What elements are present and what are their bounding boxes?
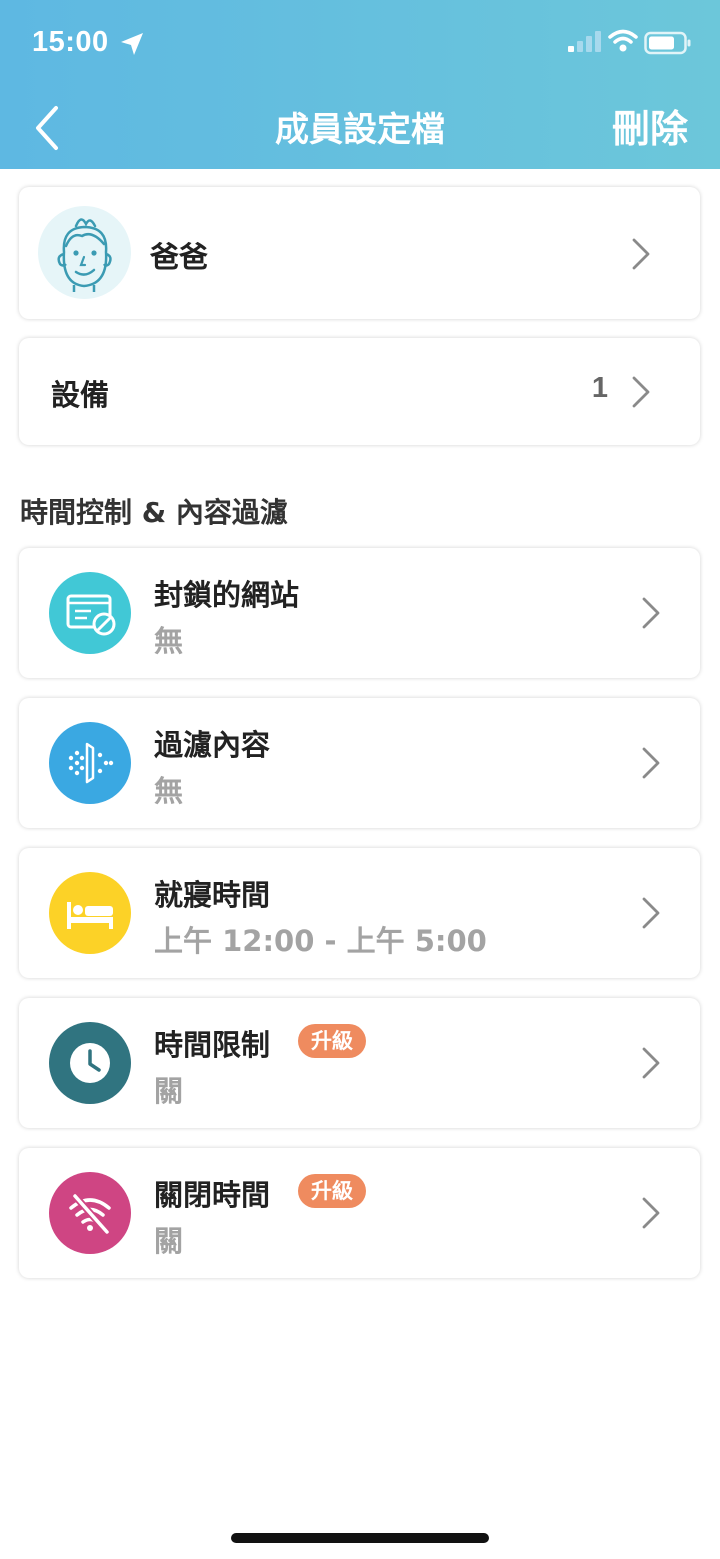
feature-status: 無 [154, 624, 184, 658]
chevron-right-icon [642, 897, 660, 929]
blocked-website-icon [66, 594, 116, 636]
upgrade-badge[interactable]: 升級 [298, 1024, 366, 1058]
profile-name: 爸爸 [150, 240, 209, 274]
status-time: 15:00 [32, 26, 109, 58]
section-title: 時間控制 & 內容過濾 [20, 496, 288, 529]
content-filter-card[interactable]: 過濾內容 無 [19, 698, 700, 828]
delete-button[interactable]: 刪除 [612, 98, 688, 153]
feature-status: 關 [154, 1224, 184, 1258]
bed-icon-circle [49, 872, 131, 954]
bed-icon [67, 902, 113, 929]
devices-count: 1 [591, 372, 608, 404]
profile-card[interactable]: 爸爸 [19, 187, 700, 319]
blocked-website-icon-circle [49, 572, 131, 654]
signal-icon [568, 31, 601, 52]
devices-card[interactable]: 設備 1 [19, 338, 700, 445]
feature-title: 過濾內容 [154, 728, 271, 762]
time-limit-card[interactable]: 時間限制 升級 關 [19, 998, 700, 1128]
feature-status: 無 [154, 774, 184, 808]
feature-status: 關 [154, 1074, 184, 1108]
wifi-off-icon [69, 1193, 111, 1235]
location-arrow-icon [121, 33, 143, 55]
chevron-right-icon [642, 597, 660, 629]
chevron-right-icon [642, 1197, 660, 1229]
content-filter-icon-circle [49, 722, 131, 804]
wifi-icon [608, 29, 638, 52]
blocked-websites-card[interactable]: 封鎖的網站 無 [19, 548, 700, 678]
chevron-right-icon [632, 238, 650, 270]
devices-label: 設備 [51, 378, 110, 412]
chevron-right-icon [632, 376, 650, 408]
clock-icon-circle [49, 1022, 131, 1104]
upgrade-badge[interactable]: 升級 [298, 1174, 366, 1208]
header-bar: 15:00 成員設定檔 刪除 [0, 0, 720, 169]
feature-title: 封鎖的網站 [154, 578, 300, 612]
bedtime-card[interactable]: 就寢時間 上午 12:00 - 上午 5:00 [19, 848, 700, 978]
off-time-card[interactable]: 關閉時間 升級 關 [19, 1148, 700, 1278]
feature-status: 上午 12:00 - 上午 5:00 [154, 924, 487, 958]
content-filter-icon [68, 742, 114, 784]
feature-title: 關閉時間 [154, 1178, 271, 1212]
chevron-right-icon [642, 1047, 660, 1079]
wifi-off-icon-circle [49, 1172, 131, 1254]
chevron-right-icon [642, 747, 660, 779]
feature-title: 時間限制 [154, 1028, 271, 1062]
avatar [38, 206, 131, 299]
clock-icon [70, 1043, 110, 1083]
feature-title: 就寢時間 [154, 878, 271, 912]
boy-face-icon [57, 218, 112, 292]
battery-icon [644, 31, 691, 55]
home-indicator [231, 1533, 489, 1543]
